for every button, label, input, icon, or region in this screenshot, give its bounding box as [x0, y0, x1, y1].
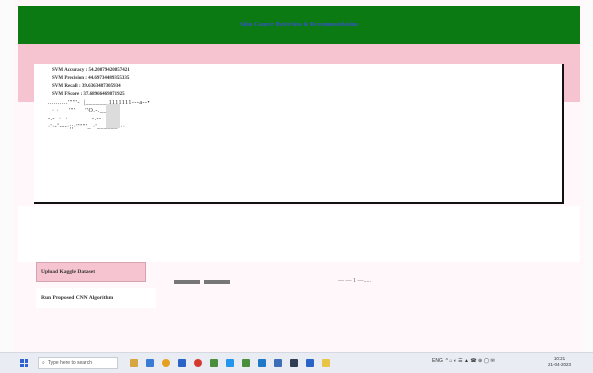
- upload-dataset-label: Upload Kaggle Dataset: [41, 269, 96, 275]
- python-icon[interactable]: [322, 359, 330, 367]
- clock-date: 21-04-2023: [548, 362, 572, 367]
- gray-dash: [174, 280, 200, 284]
- gray-block: [106, 104, 120, 128]
- app-icon[interactable]: [274, 359, 282, 367]
- app-title: Skin Cancer Detection & Recommendation: [239, 22, 359, 28]
- app-icon[interactable]: [210, 359, 218, 367]
- title-bar: Skin Cancer Detection & Recommendation: [18, 6, 580, 44]
- taskbar-clock[interactable]: 10:21 21-04-2023: [548, 356, 571, 368]
- chrome-icon[interactable]: [162, 359, 170, 367]
- app-window: Skin Cancer Detection & Recommendation S…: [14, 0, 584, 352]
- canvas-area: [18, 206, 580, 262]
- search-placeholder: Type here to search: [47, 360, 93, 366]
- search-icon: ⌕: [42, 360, 45, 366]
- browser-icon[interactable]: [194, 359, 202, 367]
- scrawl-line: · · '''' ''O.-.___□: [48, 108, 115, 114]
- word-icon[interactable]: [306, 359, 314, 367]
- gray-dash: [204, 280, 230, 284]
- run-cnn-button[interactable]: Run Proposed CNN Algorithm: [36, 288, 156, 308]
- scrawl-line: ..........''''''- |______ 1111111---a--•: [48, 100, 151, 106]
- faint-text: — — 1 —.....: [338, 278, 371, 284]
- svm-accuracy-line: SVM Accuracy : 54.20879420857421: [52, 68, 130, 73]
- task-view-icon[interactable]: [146, 359, 154, 367]
- edge-icon[interactable]: [226, 359, 234, 367]
- app-icon[interactable]: [242, 359, 250, 367]
- run-cnn-label: Run Proposed CNN Algorithm: [41, 295, 114, 301]
- svm-precision-line: SVM Precision : 44.69734489355335: [52, 76, 130, 81]
- app-icon[interactable]: [258, 359, 266, 367]
- upload-dataset-button[interactable]: Upload Kaggle Dataset: [36, 262, 146, 282]
- windows-start-icon[interactable]: [20, 359, 28, 367]
- taskbar: ⌕ Type here to search ENG ^ ⌂ ◐ ☰ ▲ ☎ ⊕ …: [0, 352, 593, 373]
- results-text-area[interactable]: SVM Accuracy : 54.20879420857421 SVM Pre…: [34, 64, 564, 204]
- svm-recall-line: SVM Recall : 39.6363487305934: [52, 84, 121, 89]
- file-explorer-icon[interactable]: [178, 359, 186, 367]
- terminal-icon[interactable]: [290, 359, 298, 367]
- svm-fscore-line: SVM FScore : 37.68966469871925: [52, 92, 125, 97]
- system-tray[interactable]: ENG ^ ⌂ ◐ ☰ ▲ ☎ ⊕ ◯ ✉: [432, 358, 495, 364]
- taskbar-search-input[interactable]: ⌕ Type here to search: [38, 357, 118, 369]
- scrawl-line: -.- · · -.--: [48, 116, 102, 122]
- overlay-fragment: ..........''''''- |______ 1111111---a--•…: [48, 98, 218, 130]
- weather-icon[interactable]: [130, 359, 138, 367]
